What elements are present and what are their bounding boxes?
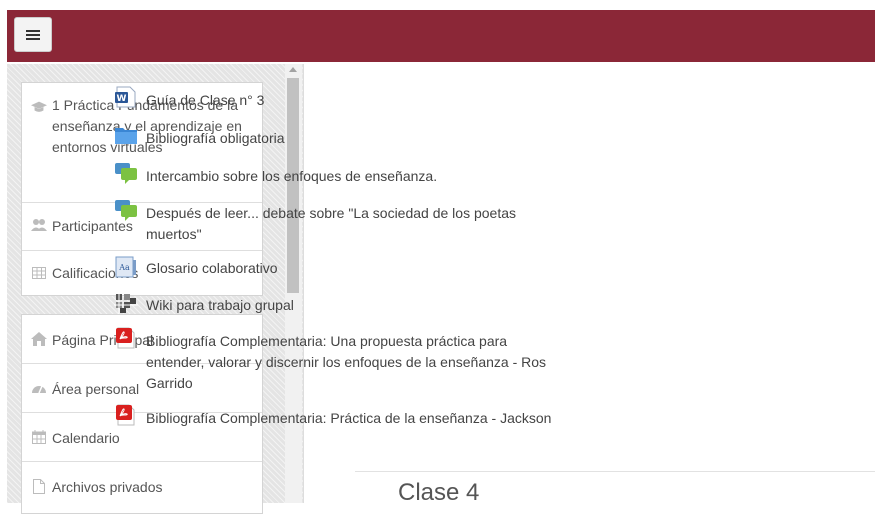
navbar-band — [7, 10, 875, 62]
users-icon — [31, 217, 47, 233]
word-document-icon: W — [114, 86, 138, 108]
svg-text:W: W — [117, 94, 127, 104]
sidebar-item-label: Calendario — [52, 430, 120, 446]
activity-link[interactable]: Bibliografía obligatoria — [146, 128, 556, 149]
activity-link[interactable]: Bibliografía Complementaria: Una propues… — [146, 331, 556, 394]
sidebar-item-label: Archivos privados — [52, 479, 163, 495]
folder-icon — [114, 125, 138, 147]
activity-link[interactable]: Intercambio sobre los enfoques de enseña… — [146, 166, 556, 187]
svg-text:Aa: Aa — [118, 263, 130, 272]
menu-toggle-button[interactable] — [14, 17, 52, 52]
forum-icon — [114, 162, 138, 184]
graduation-cap-icon — [31, 99, 47, 115]
activity-item[interactable]: Bibliografía Complementaria: Una propues… — [114, 327, 554, 393]
glossary-icon: Aa — [114, 256, 138, 278]
activity-link[interactable]: Guía de Clase n° 3 — [146, 90, 556, 111]
hamburger-icon — [26, 29, 40, 40]
section-divider — [355, 471, 875, 472]
sidebar-item-private-files[interactable]: Archivos privados — [22, 462, 262, 511]
calendar-icon — [31, 429, 47, 445]
activity-item[interactable]: Bibliografía Complementaria: Práctica de… — [114, 404, 554, 450]
activity-item[interactable]: Bibliografía obligatoria — [114, 124, 554, 150]
table-icon — [31, 265, 47, 281]
activity-link[interactable]: Glosario colaborativo — [146, 258, 556, 279]
activity-item[interactable]: Intercambio sobre los enfoques de enseña… — [114, 162, 554, 188]
activity-item[interactable]: Aa Glosario colaborativo — [114, 256, 554, 282]
top-navbar — [0, 0, 875, 64]
forum-icon — [114, 199, 138, 221]
scroll-up-arrow-icon[interactable] — [289, 67, 297, 72]
file-icon — [31, 478, 47, 494]
activity-item[interactable]: Wiki para trabajo grupal — [114, 292, 554, 318]
pdf-icon — [114, 327, 138, 349]
activity-link[interactable]: Bibliografía Complementaria: Práctica de… — [146, 408, 556, 429]
activity-link[interactable]: Wiki para trabajo grupal — [146, 295, 556, 316]
wiki-icon — [114, 292, 138, 314]
activity-item[interactable]: W Guía de Clase n° 3 — [114, 86, 554, 112]
pdf-icon — [114, 404, 138, 426]
home-icon — [31, 331, 47, 347]
dashboard-icon — [31, 380, 47, 396]
activity-item[interactable]: Después de leer... debate sobre "La soci… — [114, 199, 554, 245]
activity-link[interactable]: Después de leer... debate sobre "La soci… — [146, 203, 556, 245]
